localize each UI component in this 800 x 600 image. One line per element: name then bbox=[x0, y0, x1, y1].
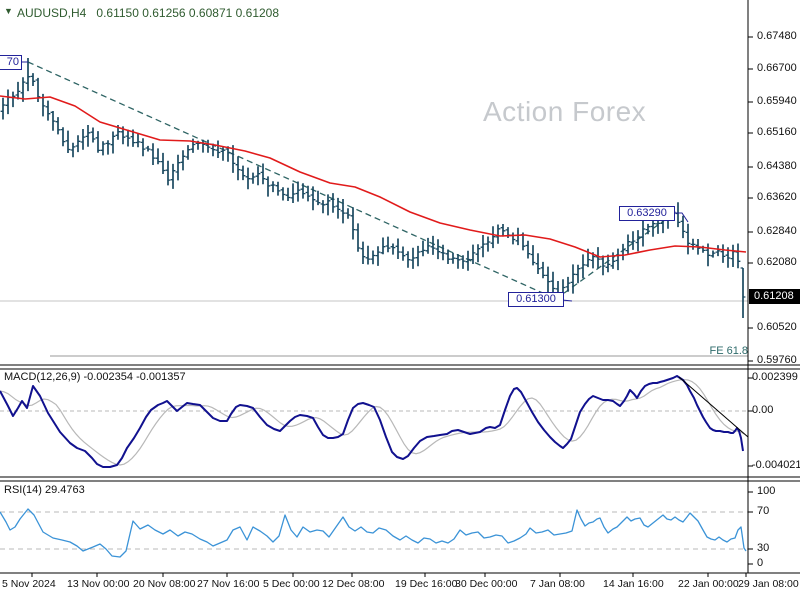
date-axis-label: 12 Dec 08:00 bbox=[322, 578, 385, 590]
date-axis-label: 13 Nov 00:00 bbox=[67, 578, 130, 590]
macd-axis-label: 0.002399 bbox=[752, 371, 798, 383]
rsi-axis-label: 30 bbox=[757, 542, 770, 554]
current-price-tag: 0.61208 bbox=[749, 289, 800, 304]
macd-axis-label: 0.00 bbox=[752, 404, 774, 416]
rsi-axis-label: 100 bbox=[757, 485, 776, 497]
symbol-dropdown-icon[interactable]: ▼ bbox=[4, 6, 13, 16]
date-axis-label: 30 Dec 00:00 bbox=[455, 578, 518, 590]
price-axis-label: 0.62080 bbox=[757, 256, 797, 268]
price-axis-label: 0.63620 bbox=[757, 191, 797, 203]
date-axis-label: 5 Nov 2024 bbox=[2, 578, 56, 590]
price-axis-label: 0.65940 bbox=[757, 95, 797, 107]
price-axis-label: 0.62840 bbox=[757, 225, 797, 237]
date-axis-label: 5 Dec 00:00 bbox=[263, 578, 320, 590]
down-trendline[interactable] bbox=[27, 61, 557, 300]
axis-ticks bbox=[31, 36, 753, 577]
rsi-line bbox=[0, 508, 747, 558]
macd-axis-label: -0.004021 bbox=[752, 459, 800, 471]
ohlc-values: 0.61150 0.61256 0.60871 0.61208 bbox=[96, 6, 280, 20]
date-axis-label: 14 Jan 16:00 bbox=[603, 578, 664, 590]
rsi-indicator-label: RSI(14) 29.4763 bbox=[4, 484, 85, 496]
resistance-price-label[interactable]: 0.63290 bbox=[619, 206, 675, 221]
price-axis-label: 0.64380 bbox=[757, 160, 797, 172]
macd-trendline[interactable] bbox=[678, 376, 749, 438]
price-bars bbox=[2, 58, 744, 318]
date-axis-label: 7 Jan 08:00 bbox=[530, 578, 585, 590]
moving-average-line bbox=[0, 95, 747, 258]
price-axis-label: 0.67480 bbox=[757, 30, 797, 42]
clipped-price-label[interactable]: 70 bbox=[0, 55, 22, 70]
date-axis-label: 22 Jan 00:00 bbox=[678, 578, 739, 590]
support-price-label[interactable]: 0.61300 bbox=[508, 292, 564, 307]
macd-main-line bbox=[0, 375, 744, 468]
date-axis-label: 29 Jan 08:00 bbox=[738, 578, 799, 590]
date-axis-label: 27 Nov 16:00 bbox=[197, 578, 260, 590]
symbol-period-label: AUDUSD,H4 bbox=[17, 6, 87, 20]
chart-title: AUDUSD,H4 0.61150 0.61256 0.60871 0.6120… bbox=[17, 6, 279, 20]
macd-indicator-label: MACD(12,26,9) -0.002354 -0.001357 bbox=[4, 371, 186, 383]
date-axis-label: 19 Dec 16:00 bbox=[395, 578, 458, 590]
price-axis-label: 0.59760 bbox=[757, 354, 797, 366]
chart-canvas bbox=[0, 0, 800, 577]
price-axis-label: 0.60520 bbox=[757, 321, 797, 333]
price-axis-label: 0.66700 bbox=[757, 62, 797, 74]
fibonacci-expansion-label[interactable]: FE 61.8 bbox=[698, 345, 748, 357]
trading-chart-window: Action Forex ▼ AUDUSD,H4 0.61150 0.61256… bbox=[0, 0, 800, 600]
date-axis-label: 20 Nov 08:00 bbox=[133, 578, 196, 590]
rsi-axis-label: 0 bbox=[757, 557, 764, 569]
rsi-axis-label: 70 bbox=[757, 505, 770, 517]
price-axis-label: 0.65160 bbox=[757, 126, 797, 138]
resistance-label-connector bbox=[673, 212, 689, 223]
